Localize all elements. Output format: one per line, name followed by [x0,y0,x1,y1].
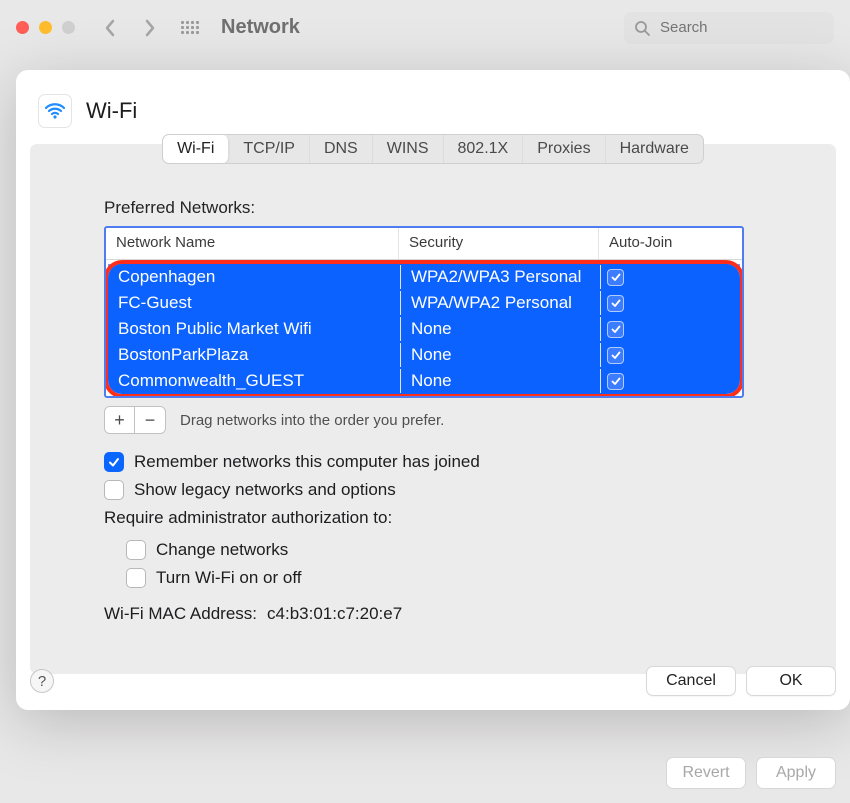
admin-auth-label: Require administrator authorization to: [104,508,744,528]
admin-option[interactable]: Change networks [126,540,744,560]
column-network-name[interactable]: Network Name [106,228,399,259]
remove-network-button[interactable]: − [135,407,165,433]
tab-proxies[interactable]: Proxies [523,135,605,163]
tab-dns[interactable]: DNS [310,135,373,163]
search-field[interactable] [624,12,834,44]
forward-button[interactable] [137,15,163,41]
revert-button[interactable]: Revert [666,757,746,789]
help-button[interactable]: ? [30,669,54,693]
network-security-cell: WPA/WPA2 Personal [401,291,601,315]
remember-networks-checkbox[interactable] [104,452,124,472]
network-row[interactable]: FC-GuestWPA/WPA2 Personal [108,290,740,316]
show-legacy-option[interactable]: Show legacy networks and options [104,480,744,500]
window-title: Network [221,16,300,39]
column-security[interactable]: Security [399,228,599,259]
network-autojoin-cell[interactable] [601,345,740,366]
tab-hardware[interactable]: Hardware [606,135,703,163]
ok-button[interactable]: OK [746,666,836,696]
show-legacy-checkbox[interactable] [104,480,124,500]
network-security-cell: None [401,343,601,367]
window-footer: Revert Apply [666,757,836,789]
preferred-networks-table[interactable]: Network Name Security Auto-Join Copenhag… [104,226,744,398]
wifi-advanced-sheet: Wi-Fi Wi-FiTCP/IPDNSWINS802.1XProxiesHar… [16,70,850,710]
mac-address-value: c4:b3:01:c7:20:e7 [267,604,402,624]
admin-option-checkbox[interactable] [126,568,146,588]
preferred-networks-label: Preferred Networks: [104,198,744,218]
remember-networks-option[interactable]: Remember networks this computer has join… [104,452,744,472]
selected-rows-highlight: CopenhagenWPA2/WPA3 PersonalFC-GuestWPA/… [104,260,744,398]
traffic-lights [16,21,75,34]
network-security-cell: None [401,369,601,393]
tab-tcp-ip[interactable]: TCP/IP [229,135,310,163]
network-name-cell: Boston Public Market Wifi [108,317,401,341]
tab-wi-fi[interactable]: Wi-Fi [163,135,229,163]
tab-802-1x[interactable]: 802.1X [444,135,524,163]
show-legacy-label: Show legacy networks and options [134,480,396,500]
network-autojoin-cell[interactable] [601,293,740,314]
autojoin-checkbox[interactable] [607,373,624,390]
network-security-cell: WPA2/WPA3 Personal [401,265,601,289]
network-row[interactable]: Commonwealth_GUESTNone [108,368,740,394]
wifi-icon [38,94,72,128]
admin-option-checkbox[interactable] [126,540,146,560]
network-security-cell: None [401,317,601,341]
autojoin-checkbox[interactable] [607,347,624,364]
network-name-cell: Commonwealth_GUEST [108,369,401,393]
add-network-button[interactable]: + [105,407,135,433]
remember-networks-label: Remember networks this computer has join… [134,452,480,472]
network-autojoin-cell[interactable] [601,371,740,392]
admin-option-label: Turn Wi-Fi on or off [156,568,301,588]
search-icon [634,20,650,36]
network-name-cell: Copenhagen [108,265,401,289]
mac-address-label: Wi-Fi MAC Address: [104,604,257,624]
admin-option-label: Change networks [156,540,288,560]
window-close-button[interactable] [16,21,29,34]
drag-hint: Drag networks into the order you prefer. [180,412,444,429]
network-name-cell: BostonParkPlaza [108,343,401,367]
table-header: Network Name Security Auto-Join [106,228,742,260]
show-all-icon[interactable] [177,15,203,41]
network-autojoin-cell[interactable] [601,267,740,288]
column-auto-join[interactable]: Auto-Join [599,228,742,259]
autojoin-checkbox[interactable] [607,295,624,312]
network-row[interactable]: BostonParkPlazaNone [108,342,740,368]
sheet-title: Wi-Fi [86,98,137,124]
autojoin-checkbox[interactable] [607,269,624,286]
window-zoom-button[interactable] [62,21,75,34]
network-row[interactable]: CopenhagenWPA2/WPA3 Personal [108,264,740,290]
network-autojoin-cell[interactable] [601,319,740,340]
cancel-button[interactable]: Cancel [646,666,736,696]
add-remove-buttons: + − [104,406,166,434]
network-name-cell: FC-Guest [108,291,401,315]
window-minimize-button[interactable] [39,21,52,34]
autojoin-checkbox[interactable] [607,321,624,338]
tab-bar: Wi-FiTCP/IPDNSWINS802.1XProxiesHardware [162,134,704,164]
search-input[interactable] [658,18,824,37]
window-toolbar: Network [0,0,850,55]
apply-button[interactable]: Apply [756,757,836,789]
network-row[interactable]: Boston Public Market WifiNone [108,316,740,342]
admin-option[interactable]: Turn Wi-Fi on or off [126,568,744,588]
tab-wins[interactable]: WINS [373,135,444,163]
back-button[interactable] [97,15,123,41]
